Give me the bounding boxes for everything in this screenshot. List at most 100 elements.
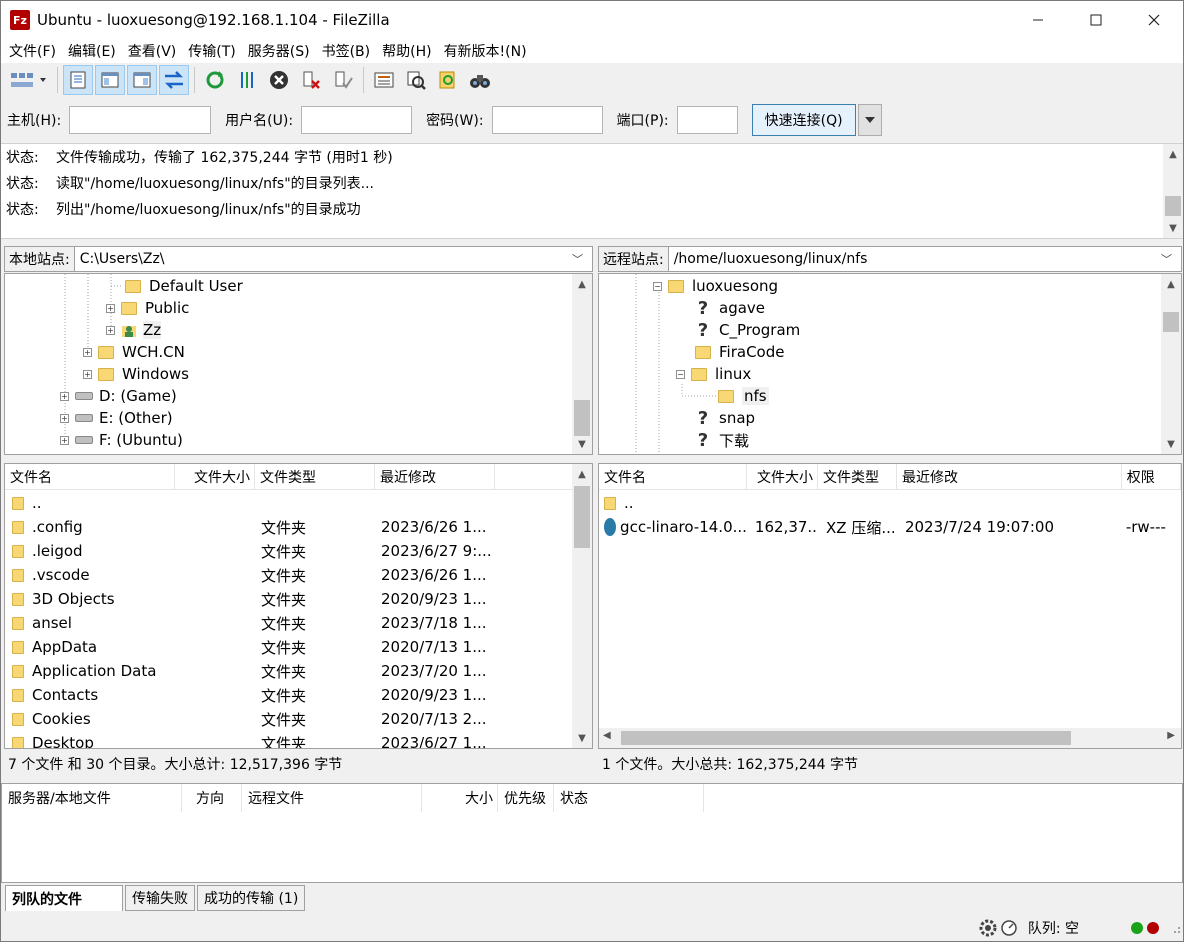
local-path-input[interactable]: C:\Users\Zz\ [75,251,572,267]
tree-item-selected[interactable]: nfs [718,385,769,407]
scroll-down-icon[interactable]: ▼ [1161,434,1181,454]
toggle-queue-button[interactable] [159,65,189,95]
port-input[interactable] [676,106,738,134]
table-row[interactable]: .. [5,491,592,515]
scroll-down-icon[interactable]: ▼ [572,728,592,748]
scroll-up-icon[interactable]: ▲ [572,464,592,484]
transfer-queue[interactable]: 服务器/本地文件 方向 远程文件 大小 优先级 状态 [1,783,1183,883]
menu-help[interactable]: 帮助(H) [376,41,437,61]
tree-item[interactable]: Default User [125,275,243,297]
remote-directory-tree[interactable]: − luoxuesong ? agave ? C_Program FiraCode −… [598,273,1182,455]
expand-icon[interactable]: + [83,369,92,379]
toggle-local-tree-button[interactable] [95,65,125,95]
collapse-icon[interactable]: − [676,369,685,379]
menu-bookmarks[interactable]: 书签(B) [316,41,377,61]
column-filename[interactable]: 文件名 [599,464,747,490]
local-list-scrollbar[interactable]: ▲ ▼ [572,464,592,748]
maximize-button[interactable] [1067,1,1125,39]
resize-grip-icon[interactable] [1169,922,1181,934]
table-row[interactable]: .vscode 文件夹 2023/6/26 1... [5,563,592,587]
scroll-up-icon[interactable]: ▲ [1163,144,1183,164]
toggle-remote-tree-button[interactable] [127,65,157,95]
compare-directories-button[interactable] [401,65,431,95]
tab-successful-transfers[interactable]: 成功的传输 (1) [197,885,306,911]
scroll-up-icon[interactable]: ▲ [1161,274,1181,294]
toggle-log-button[interactable] [63,65,93,95]
scroll-thumb[interactable] [621,731,1071,745]
remote-tree-scrollbar[interactable]: ▲ ▼ [1161,274,1181,454]
local-directory-tree[interactable]: Default User + Public + Zz + WCH.CN + Window… [4,273,593,455]
scroll-down-icon[interactable]: ▼ [1163,218,1183,238]
tree-item[interactable]: + WCH.CN [83,341,185,363]
username-input[interactable] [301,106,413,134]
table-row[interactable]: .leigod 文件夹 2023/6/27 9:... [5,539,592,563]
column-modified[interactable]: 最近修改 [897,464,1122,490]
tree-item[interactable]: − linux [676,363,751,385]
tree-item[interactable]: + Windows [83,363,189,385]
collapse-icon[interactable]: − [653,281,662,291]
directory-listing-filter-button[interactable] [369,65,399,95]
column-filesize[interactable]: 文件大小 [175,464,255,490]
scroll-down-icon[interactable]: ▼ [572,434,592,454]
scroll-up-icon[interactable]: ▲ [572,274,592,294]
table-row[interactable]: .. [599,491,1181,515]
menu-transfer[interactable]: 传输(T) [182,41,241,61]
expand-icon[interactable]: + [83,347,92,357]
tree-item[interactable]: − luoxuesong [653,275,778,297]
local-file-list[interactable]: 文件名 文件大小 文件类型 最近修改 .. .config 文件夹 2023/6/26… [4,463,593,749]
column-filesize[interactable]: 文件大小 [747,464,819,490]
tab-queued-files[interactable]: 列队的文件 [5,885,123,911]
table-row[interactable]: Cookies 文件夹 2020/7/13 2... [5,707,592,731]
column-filetype[interactable]: 文件类型 [818,464,897,490]
menu-new-version[interactable]: 有新版本!(N) [438,41,533,61]
host-input[interactable] [69,106,212,134]
menu-view[interactable]: 查看(V) [122,41,183,61]
expand-icon[interactable]: + [106,303,115,313]
column-server-local[interactable]: 服务器/本地文件 [2,784,182,812]
column-size[interactable]: 大小 [422,784,498,812]
chevron-down-icon[interactable]: ﹀ [572,251,592,267]
tree-item[interactable]: + D: (Game) [60,385,177,407]
tree-item[interactable]: + F: (Ubuntu) [60,429,183,451]
table-row[interactable]: 3D Objects 文件夹 2020/9/23 1... [5,587,592,611]
scroll-thumb[interactable] [574,400,590,436]
process-queue-button[interactable] [232,65,262,95]
tree-item[interactable]: ? C_Program [695,319,801,341]
gear-icon[interactable] [978,918,998,938]
menu-edit[interactable]: 编辑(E) [62,41,122,61]
column-modified[interactable]: 最近修改 [375,464,495,490]
speed-limit-icon[interactable] [1000,919,1018,937]
menu-file[interactable]: 文件(F) [3,41,62,61]
minimize-button[interactable] [1009,1,1067,39]
scroll-thumb[interactable] [1163,312,1179,332]
column-status[interactable]: 状态 [554,784,704,812]
expand-icon[interactable]: + [60,413,69,423]
column-filename[interactable]: 文件名 [5,464,175,490]
menu-server[interactable]: 服务器(S) [242,41,316,61]
scroll-thumb[interactable] [1165,196,1181,216]
log-scrollbar[interactable]: ▲ ▼ [1163,144,1183,238]
search-files-button[interactable] [465,65,495,95]
scroll-right-icon[interactable]: ▶ [1167,730,1175,741]
refresh-button[interactable] [200,65,230,95]
table-row[interactable]: AppData 文件夹 2020/7/13 1... [5,635,592,659]
tree-item[interactable]: + Zz [106,319,162,341]
table-row[interactable]: .config 文件夹 2023/6/26 1... [5,515,592,539]
remote-list-hscrollbar[interactable]: ◀ ▶ [599,728,1181,748]
column-direction[interactable]: 方向 [182,784,242,812]
password-input[interactable] [491,106,603,134]
synchronized-browsing-button[interactable] [433,65,463,95]
tree-item[interactable]: + Public [106,297,189,319]
close-button[interactable] [1125,1,1183,39]
quickconnect-button[interactable]: 快速连接(Q) [751,104,856,136]
cancel-operation-button[interactable] [264,65,294,95]
tree-item[interactable]: ? snap [695,407,755,429]
column-remote-file[interactable]: 远程文件 [242,784,422,812]
table-row[interactable]: Desktop 文件夹 2023/6/27 1... [5,731,592,748]
quickconnect-history-dropdown[interactable] [857,104,882,136]
disconnect-button[interactable] [296,65,326,95]
tree-item[interactable]: FiraCode [695,341,784,363]
table-row[interactable]: gcc-linaro-14.0... 162,37... XZ 压缩... 2023/… [599,515,1181,539]
column-permissions[interactable]: 权限 [1122,464,1181,490]
table-row[interactable]: Contacts 文件夹 2020/9/23 1... [5,683,592,707]
